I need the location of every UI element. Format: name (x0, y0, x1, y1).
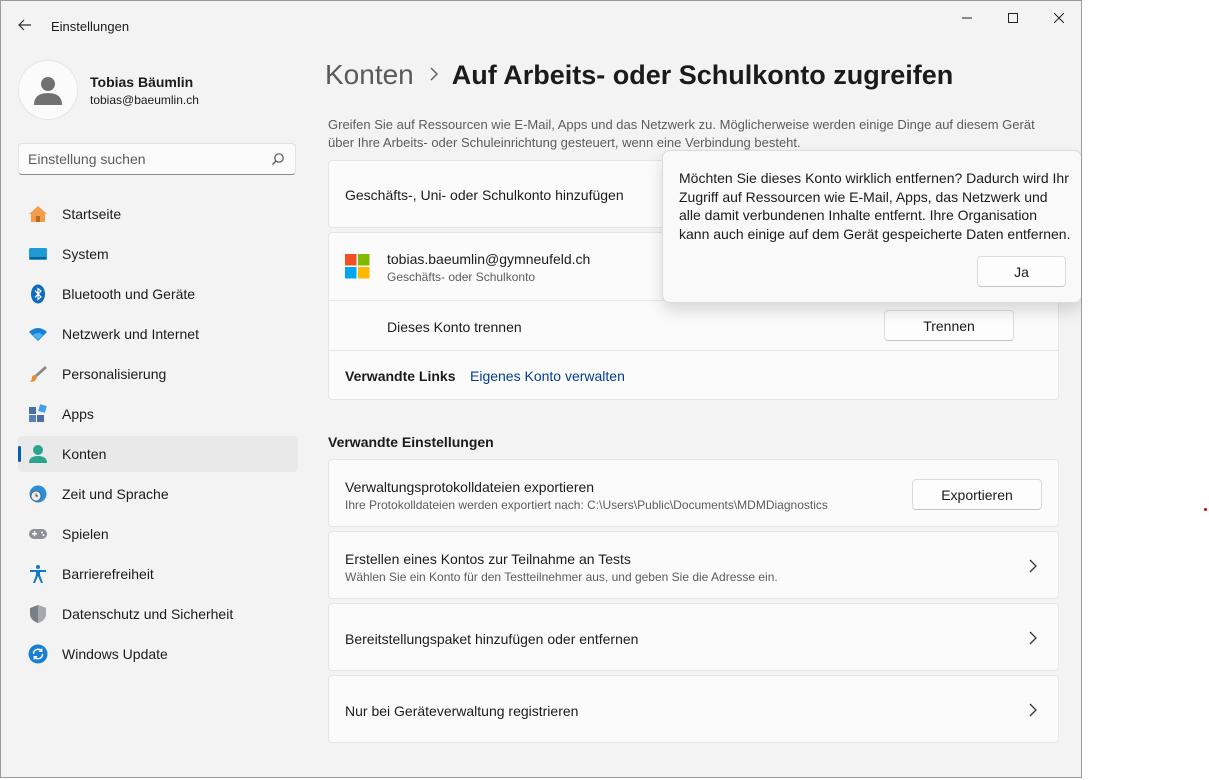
user-email: tobias@baeumlin.ch (90, 93, 199, 107)
page-title: Auf Arbeits- oder Schulkonto zugreifen (451, 59, 954, 90)
maximize-button[interactable] (990, 1, 1036, 35)
export-logs-card: Verwaltungsprotokolldateien exportieren … (328, 459, 1059, 527)
sidebar-item-label: Personalisierung (62, 366, 167, 382)
breadcrumb-parent[interactable]: Konten (325, 59, 414, 91)
minimize-icon (962, 17, 972, 19)
microsoft-logo-icon (345, 254, 370, 279)
back-arrow-icon (18, 19, 31, 31)
cursor-dot (1204, 508, 1207, 511)
disconnect-label: Dieses Konto trennen (387, 319, 522, 335)
sidebar-nav: Startseite System Bluetooth und Geräte N… (18, 196, 298, 676)
disconnect-button[interactable]: Trennen (884, 310, 1014, 341)
sidebar-item-gaming[interactable]: Spielen (18, 516, 298, 552)
sidebar-item-system[interactable]: System (18, 236, 298, 272)
add-account-label: Geschäfts-, Uni- oder Schulkonto hinzufü… (345, 187, 624, 203)
app-title: Einstellungen (51, 19, 130, 34)
sidebar-item-accessibility[interactable]: Barrierefreiheit (18, 556, 298, 592)
account-type: Geschäfts- oder Schulkonto (387, 270, 536, 284)
account-email: tobias.baeumlin@gymneufeld.ch (387, 251, 591, 267)
sidebar-item-network[interactable]: Netzwerk und Internet (18, 316, 298, 352)
remove-account-flyout: Möchten Sie dieses Konto wirklich entfer… (662, 150, 1081, 303)
related-settings-title: Verwandte Einstellungen (328, 434, 494, 450)
bluetooth-icon (31, 284, 45, 304)
flyout-message: Möchten Sie dieses Konto wirklich entfer… (679, 170, 1071, 242)
device-management-card[interactable]: Nur bei Geräteverwaltung registrieren (328, 675, 1059, 743)
shield-icon (30, 605, 46, 623)
back-button[interactable] (11, 13, 39, 37)
search-icon[interactable] (271, 152, 285, 166)
wifi-icon (29, 328, 47, 341)
sidebar-item-label: System (62, 246, 109, 262)
sidebar-item-label: Konten (62, 446, 107, 462)
user-silhouette-icon (34, 77, 62, 105)
sidebar-item-privacy[interactable]: Datenschutz und Sicherheit (18, 596, 298, 632)
maximize-icon (1008, 13, 1018, 23)
sidebar-item-label: Bluetooth und Geräte (62, 286, 196, 302)
close-icon (1054, 13, 1064, 23)
sidebar-item-time-language[interactable]: Zeit und Sprache (18, 476, 298, 512)
globe-clock-icon (29, 485, 47, 503)
sidebar-item-apps[interactable]: Apps (18, 396, 298, 432)
divider (329, 350, 1058, 351)
accounts-icon (29, 445, 47, 463)
minimize-button[interactable] (944, 1, 990, 35)
sidebar-item-label: Apps (62, 406, 94, 422)
search-box[interactable] (18, 143, 296, 175)
title-bar: Einstellungen (1, 1, 1081, 49)
sidebar-item-personalization[interactable]: Personalisierung (18, 356, 298, 392)
test-account-subtitle: Wählen Sie ein Konto für den Testteilneh… (345, 570, 778, 584)
device-management-title: Nur bei Geräteverwaltung registrieren (345, 703, 579, 719)
sidebar-item-label: Spielen (62, 526, 109, 542)
provisioning-package-card[interactable]: Bereitstellungspaket hinzufügen oder ent… (328, 603, 1059, 671)
search-input[interactable] (28, 144, 268, 174)
manage-account-link[interactable]: Eigenes Konto verwalten (470, 368, 625, 384)
chevron-right-icon (1029, 631, 1037, 645)
sidebar-item-windows-update[interactable]: Windows Update (18, 636, 298, 672)
confirm-yes-button[interactable]: Ja (977, 256, 1066, 287)
breadcrumb-chevron-icon (430, 65, 438, 86)
sidebar-item-label: Zeit und Sprache (62, 486, 169, 502)
gamepad-icon (29, 529, 47, 539)
sidebar-item-label: Datenschutz und Sicherheit (62, 606, 234, 622)
breadcrumb: Konten Auf Arbeits- oder Schulkonto zugr… (325, 59, 953, 91)
home-icon (29, 206, 47, 222)
sidebar-item-label: Startseite (62, 206, 122, 222)
accessibility-icon (30, 565, 46, 583)
settings-window: Einstellungen Tobias Bäumlin tobias@baeu… (0, 0, 1082, 778)
chevron-right-icon (1029, 559, 1037, 573)
export-button[interactable]: Exportieren (912, 479, 1042, 510)
avatar[interactable] (18, 60, 78, 120)
paintbrush-icon (30, 366, 47, 382)
export-logs-title: Verwaltungsprotokolldateien exportieren (345, 479, 595, 495)
user-name: Tobias Bäumlin (90, 74, 194, 90)
chevron-right-icon (1029, 703, 1037, 717)
apps-icon (29, 404, 47, 422)
test-account-card[interactable]: Erstellen eines Kontos zur Teilnahme an … (328, 531, 1059, 599)
sidebar-item-accounts[interactable]: Konten (18, 436, 298, 472)
test-account-title: Erstellen eines Kontos zur Teilnahme an … (345, 551, 631, 567)
sidebar-item-bluetooth[interactable]: Bluetooth und Geräte (18, 276, 298, 312)
close-button[interactable] (1036, 1, 1081, 35)
windows-update-icon (28, 644, 48, 664)
sidebar-item-label: Netzwerk und Internet (62, 326, 199, 342)
sidebar-item-label: Barrierefreiheit (62, 566, 154, 582)
system-display-icon (29, 248, 47, 260)
related-links-label: Verwandte Links (345, 368, 456, 384)
sidebar-item-label: Windows Update (62, 646, 168, 662)
export-logs-subtitle: Ihre Protokolldateien werden exportiert … (345, 498, 828, 512)
provisioning-package-title: Bereitstellungspaket hinzufügen oder ent… (345, 631, 639, 647)
page-description: Greifen Sie auf Ressourcen wie E-Mail, A… (328, 117, 1035, 150)
sidebar-item-startseite[interactable]: Startseite (18, 196, 298, 232)
